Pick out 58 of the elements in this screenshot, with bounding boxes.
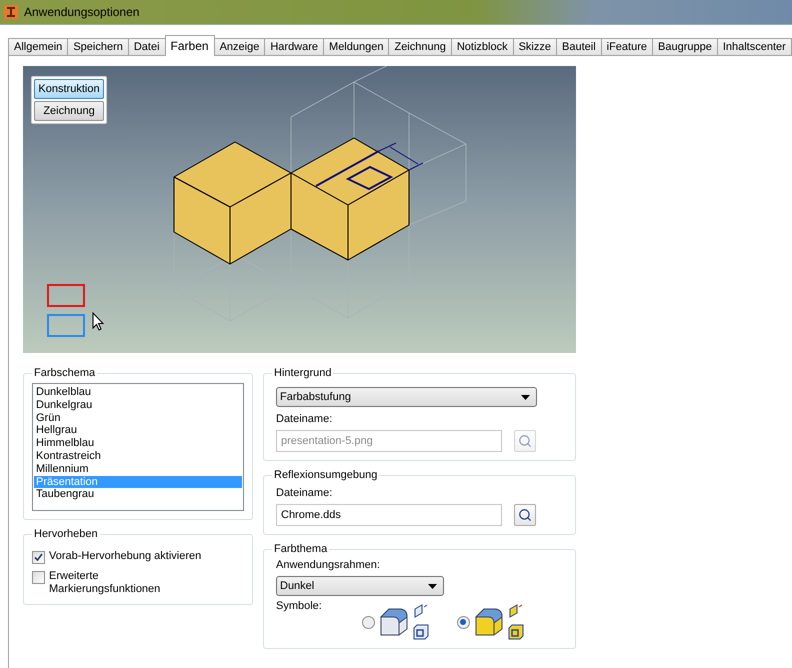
checkbox[interactable] [32,571,45,584]
browse-button[interactable] [514,504,536,526]
tab[interactable]: Allgemein [8,38,68,56]
checkbox[interactable] [32,551,45,564]
dropdown-caret-icon [521,394,530,400]
highlight-color-swatch [47,314,85,337]
radio-button[interactable] [456,616,470,628]
part-icon [474,607,504,637]
list-item[interactable]: Himmelblau [34,437,242,450]
app-logo-icon [4,5,18,19]
selection-color-swatch [47,284,85,307]
group-title: Farbthema [273,543,328,555]
group-title: Hervorheben [33,528,99,540]
tab[interactable]: Hardware [264,38,324,56]
tab[interactable]: Meldungen [323,38,390,56]
view-cube-icon [508,624,524,640]
field-label: Dateiname: [276,413,334,425]
dropdown-caret-icon [428,584,437,588]
preview-mode-button[interactable]: Konstruktion [34,79,104,99]
tab[interactable]: Skizze [512,38,557,56]
frame-dropdown[interactable]: Dunkel [276,576,444,596]
tab[interactable]: Speichern [67,38,129,56]
window-title: Anwendungsoptionen [24,5,140,19]
tab[interactable]: Baugruppe [652,38,718,56]
sketch-icon [412,604,429,620]
radio-button[interactable] [362,616,375,628]
checkbox-label: Erweiterte Markierungsfunktionen [49,570,162,596]
view-cube-icon [412,624,429,640]
tab[interactable]: Anzeige [214,38,266,56]
tab[interactable]: Farben [164,35,215,56]
tab[interactable]: Bauteil [556,38,602,56]
part-icon [378,607,409,637]
group-title: Reflexionsumgebung [273,469,378,481]
field-label: Symbole: [276,600,322,612]
list-item[interactable]: Millennium [34,462,242,476]
search-icon [518,434,532,448]
tab[interactable]: Notizblock [450,38,514,56]
search-icon [518,508,532,522]
group-title: Hintergrund [273,367,332,379]
sketch-icon [508,604,524,620]
preview-mode-button[interactable]: Zeichnung [34,101,104,121]
list-item[interactable]: Kontrastreich [34,450,242,463]
background-dropdown[interactable]: Farbabstufung [276,387,537,407]
checkbox-label: Vorab-Hervorhebung aktivieren [49,550,202,563]
tab[interactable]: Inhaltscenter [716,38,792,56]
cursor-icon [92,312,104,331]
list-item[interactable]: Dunkelgrau [34,398,242,412]
field-label: Dateiname: [276,487,334,499]
field-label: Anwendungsrahmen: [276,559,381,571]
file-name-field[interactable]: Chrome.dds [276,504,502,526]
list-item[interactable]: Taubengrau [34,488,242,502]
group-title: Farbschema [33,367,96,379]
list-item[interactable]: Dunkelblau [34,386,242,399]
list-item[interactable]: Grün [34,412,242,424]
tab[interactable]: Zeichnung [388,38,452,56]
list-item[interactable]: Hellgrau [34,424,242,438]
tab[interactable]: iFeature [600,38,653,56]
tab[interactable]: Datei [128,38,166,56]
